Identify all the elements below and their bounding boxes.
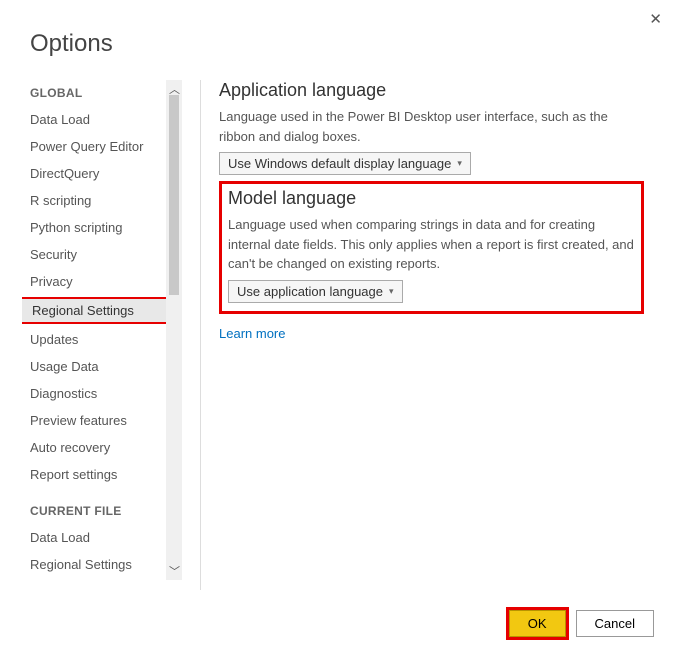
caret-down-icon: ▾ [389,286,394,297]
sidebar-item-preview-features[interactable]: Preview features [22,409,172,432]
learn-more-link[interactable]: Learn more [219,326,285,341]
main-panel: Application language Language used in th… [219,80,654,590]
caret-down-icon: ▾ [457,158,462,169]
app-language-dropdown[interactable]: Use Windows default display language ▾ [219,152,471,175]
section-label-global: GLOBAL [30,86,172,100]
options-dialog: ✕ Options GLOBAL Data Load Power Query Ed… [0,0,676,651]
model-language-desc: Language used when comparing strings in … [228,215,635,274]
model-language-dropdown[interactable]: Use application language ▾ [228,280,403,303]
app-language-heading: Application language [219,80,644,101]
dialog-footer: OK Cancel [509,610,654,637]
cancel-button[interactable]: Cancel [576,610,654,637]
sidebar-item-updates[interactable]: Updates [22,328,172,351]
sidebar-item-auto-recovery[interactable]: Auto recovery [22,436,172,459]
sidebar-item-power-query-editor[interactable]: Power Query Editor [22,135,172,158]
ok-button[interactable]: OK [509,610,566,637]
sidebar-item-directquery[interactable]: DirectQuery [22,162,172,185]
model-language-section: Model language Language used when compar… [219,181,644,314]
app-language-value: Use Windows default display language [228,156,451,171]
sidebar-item-r-scripting[interactable]: R scripting [22,189,172,212]
app-language-desc: Language used in the Power BI Desktop us… [219,107,644,146]
sidebar-item-data-load[interactable]: Data Load [22,108,172,131]
sidebar-item-diagnostics[interactable]: Diagnostics [22,382,172,405]
sidebar-item-privacy[interactable]: Privacy [22,270,172,293]
model-language-heading: Model language [228,188,635,209]
sidebar-item-security[interactable]: Security [22,243,172,266]
chevron-down-icon[interactable]: ﹀ [169,563,179,579]
dialog-title: Options [30,30,654,58]
sidebar-item-regional-settings[interactable]: Regional Settings [22,297,172,324]
sidebar-item-current-regional-settings[interactable]: Regional Settings [22,553,172,576]
section-label-current: CURRENT FILE [30,504,172,518]
sidebar-item-current-data-load[interactable]: Data Load [22,526,172,549]
sidebar-item-usage-data[interactable]: Usage Data [22,355,172,378]
sidebar: GLOBAL Data Load Power Query Editor Direct… [22,80,182,580]
model-language-value: Use application language [237,284,383,299]
scroll-thumb[interactable] [169,95,179,295]
divider [200,80,201,590]
sidebar-item-report-settings[interactable]: Report settings [22,463,172,486]
scrollbar[interactable]: ︿ ﹀ [166,80,182,580]
close-icon[interactable]: ✕ [649,10,662,28]
sidebar-item-python-scripting[interactable]: Python scripting [22,216,172,239]
